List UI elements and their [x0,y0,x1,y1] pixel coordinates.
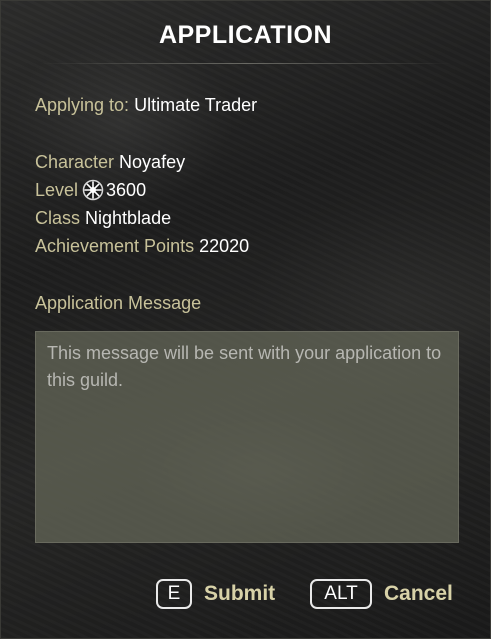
level-value: 3600 [106,180,147,200]
cancel-label: Cancel [384,582,453,605]
class-label: Class [35,208,81,228]
applying-to-row: Applying to: Ultimate Trader [35,94,257,116]
submit-button[interactable]: E Submit [156,579,275,609]
application-message-input[interactable]: This message will be sent with your appl… [35,331,459,543]
submit-label: Submit [204,582,276,605]
message-label: Application Message [35,293,202,313]
cancel-button[interactable]: ALT Cancel [310,579,453,609]
character-label: Character [35,152,115,172]
guild-name: Ultimate Trader [134,95,258,115]
achievement-label: Achievement Points [35,236,195,256]
class-row: Class Nightblade [35,207,171,229]
e-key-icon: E [156,579,192,609]
level-label: Level [35,180,79,200]
dialog-title: APPLICATION [158,21,333,49]
alt-key-icon: ALT [310,579,372,609]
character-name: Noyafey [119,152,186,172]
class-value: Nightblade [85,208,172,228]
achievement-points: 22020 [199,236,250,256]
message-placeholder: This message will be sent with your appl… [47,343,442,390]
application-dialog: APPLICATION Applying to: Ultimate Trader… [0,0,491,639]
title-divider [39,63,452,64]
character-row: Character Noyafey [35,151,185,173]
champion-point-icon [82,179,104,201]
applying-to-label: Applying to: [35,95,130,115]
level-row: Level 3600 [35,179,146,201]
achievement-row: Achievement Points 22020 [35,235,249,257]
